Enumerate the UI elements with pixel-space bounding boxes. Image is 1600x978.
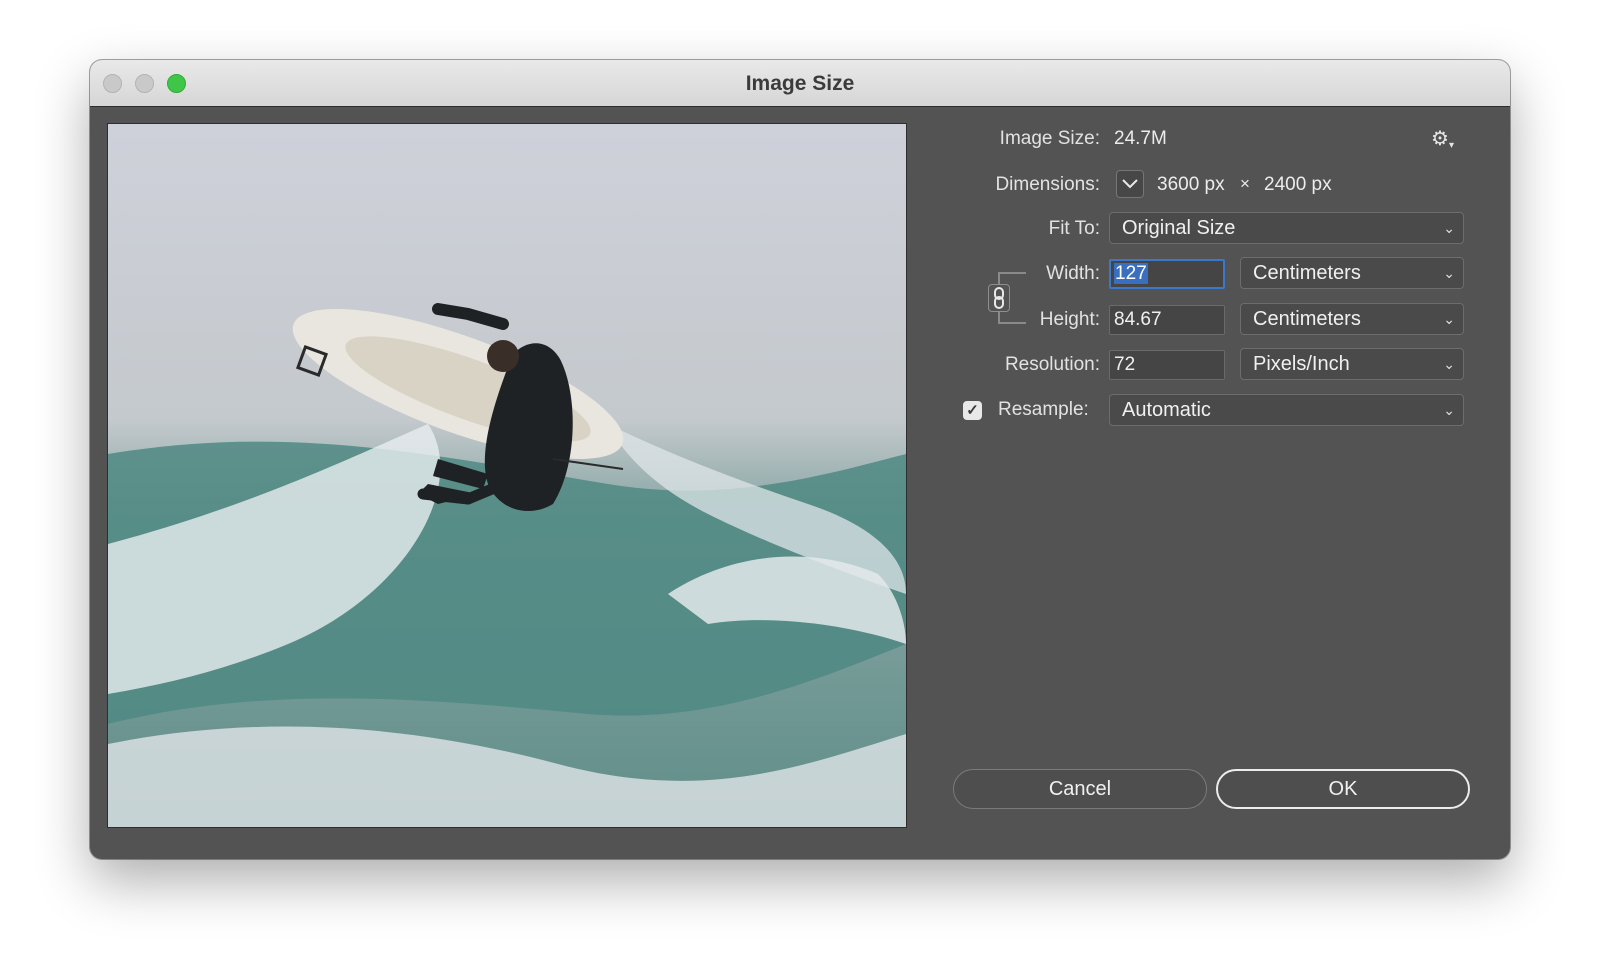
dimensions-height: 2400 px xyxy=(1264,174,1332,195)
chevron-down-icon: ⌄ xyxy=(1443,311,1455,327)
image-size-label: Image Size: xyxy=(999,128,1100,149)
dimensions-width: 3600 px xyxy=(1157,174,1225,195)
resample-label: Resample: xyxy=(998,399,1089,420)
image-size-dialog: Image Size Image Size: 24.7M ⚙▾ Dimensio… xyxy=(90,60,1510,859)
height-label: Height: xyxy=(1039,309,1100,330)
chevron-down-icon: ⌄ xyxy=(1443,265,1455,281)
width-unit: Centimeters xyxy=(1253,262,1361,284)
dimensions-menu-toggle[interactable] xyxy=(1116,170,1144,198)
width-unit-dropdown[interactable]: Centimeters ⌄ xyxy=(1240,257,1464,289)
preview-photo xyxy=(108,124,906,827)
dimensions-label: Dimensions: xyxy=(995,174,1100,195)
resolution-label: Resolution: xyxy=(1004,354,1100,375)
resolution-unit-dropdown[interactable]: Pixels/Inch ⌄ xyxy=(1240,348,1464,380)
height-unit-dropdown[interactable]: Centimeters ⌄ xyxy=(1240,303,1464,335)
width-input[interactable]: 127 xyxy=(1109,259,1225,289)
fit-to-label: Fit To: xyxy=(1048,218,1100,239)
resample-dropdown[interactable]: Automatic ⌄ xyxy=(1109,394,1464,426)
dialog-title: Image Size xyxy=(745,72,855,95)
fit-to-value: Original Size xyxy=(1122,217,1236,239)
resolution-input[interactable]: 72 xyxy=(1109,350,1225,380)
dimensions-times: × xyxy=(1240,174,1250,193)
chevron-down-icon xyxy=(1122,179,1138,189)
height-unit: Centimeters xyxy=(1253,308,1361,330)
image-size-value: 24.7M xyxy=(1114,128,1167,149)
gear-icon[interactable]: ⚙▾ xyxy=(1431,126,1454,151)
chevron-down-icon: ⌄ xyxy=(1443,220,1455,236)
resample-value: Automatic xyxy=(1122,399,1211,421)
ok-button[interactable]: OK xyxy=(1216,769,1470,809)
link-icon[interactable] xyxy=(988,284,1010,312)
chevron-down-icon: ⌄ xyxy=(1443,356,1455,372)
width-value: 127 xyxy=(1114,263,1148,284)
width-label: Width: xyxy=(1046,263,1100,284)
title-bar[interactable]: Image Size xyxy=(90,60,1510,107)
chevron-down-icon: ⌄ xyxy=(1443,402,1455,418)
cancel-button[interactable]: Cancel xyxy=(953,769,1207,809)
resolution-unit: Pixels/Inch xyxy=(1253,353,1350,375)
image-preview[interactable] xyxy=(107,123,907,828)
resample-checkbox[interactable]: ✓ xyxy=(963,401,982,420)
height-input[interactable]: 84.67 xyxy=(1109,305,1225,335)
fit-to-dropdown[interactable]: Original Size ⌄ xyxy=(1109,212,1464,244)
